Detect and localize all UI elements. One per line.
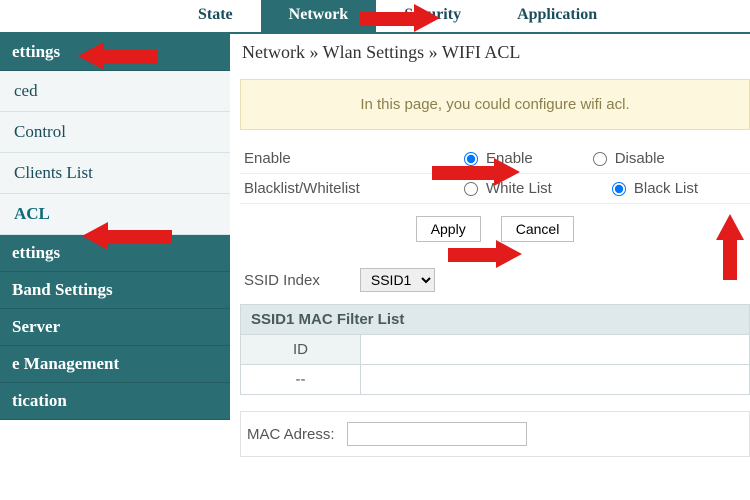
opt-enable-off[interactable]: Disable (593, 150, 665, 167)
label-ssid: SSID Index (244, 272, 320, 289)
opt-whitelist[interactable]: White List (464, 180, 552, 197)
nav-spacer (0, 0, 170, 32)
row-enable: Enable Enable Disable (240, 144, 750, 174)
opt-enable-on[interactable]: Enable (464, 150, 533, 167)
mac-filter-table: SSID1 MAC Filter List ID -- (240, 304, 750, 395)
tab-state[interactable]: State (170, 0, 261, 32)
top-nav: State Network Security Application (0, 0, 750, 34)
apply-button[interactable]: Apply (416, 216, 481, 242)
tab-security[interactable]: Security (376, 0, 489, 32)
sidebar-item-acl[interactable]: ACL (0, 194, 230, 235)
tab-application[interactable]: Application (489, 0, 625, 32)
sidebar-group-auth[interactable]: tication (0, 383, 230, 420)
sidebar-group-server[interactable]: Server (0, 309, 230, 346)
input-mac[interactable] (347, 422, 527, 446)
row-mac: MAC Adress: (240, 411, 750, 457)
sidebar: ettings ced Control Clients List ACL ett… (0, 34, 230, 500)
select-ssid[interactable]: SSID1 (360, 268, 435, 292)
cell-empty: -- (241, 365, 361, 394)
radio-blacklist[interactable] (612, 182, 626, 196)
radio-disable[interactable] (593, 152, 607, 166)
sidebar-group-wlan[interactable]: ettings (0, 34, 230, 71)
label-mac: MAC Adress: (247, 426, 335, 443)
sidebar-group-settings[interactable]: ettings (0, 235, 230, 272)
col-id: ID (241, 335, 361, 364)
sidebar-item-clients[interactable]: Clients List (0, 153, 230, 194)
sidebar-group-mgmt[interactable]: e Management (0, 346, 230, 383)
button-row: Apply Cancel (240, 204, 750, 260)
radio-enable[interactable] (464, 152, 478, 166)
table-title: SSID1 MAC Filter List (241, 305, 749, 334)
crumb-1: Wlan Settings (323, 42, 425, 62)
row-listmode: Blacklist/Whitelist White List Black Lis… (240, 174, 750, 204)
sidebar-item-advanced[interactable]: ced (0, 71, 230, 112)
cancel-button[interactable]: Cancel (501, 216, 575, 242)
tab-network[interactable]: Network (261, 0, 377, 32)
radio-whitelist[interactable] (464, 182, 478, 196)
crumb-2: WIFI ACL (442, 42, 521, 62)
row-ssid: SSID Index SSID1 (240, 260, 750, 300)
label-listmode: Blacklist/Whitelist (244, 180, 464, 197)
label-enable: Enable (244, 150, 464, 167)
sidebar-item-control[interactable]: Control (0, 112, 230, 153)
sidebar-group-band[interactable]: Band Settings (0, 272, 230, 309)
main-panel: Network » Wlan Settings » WIFI ACL In th… (230, 34, 750, 500)
breadcrumb: Network » Wlan Settings » WIFI ACL (240, 34, 750, 73)
info-banner: In this page, you could configure wifi a… (240, 79, 750, 130)
opt-blacklist[interactable]: Black List (612, 180, 698, 197)
crumb-0: Network (242, 42, 305, 62)
